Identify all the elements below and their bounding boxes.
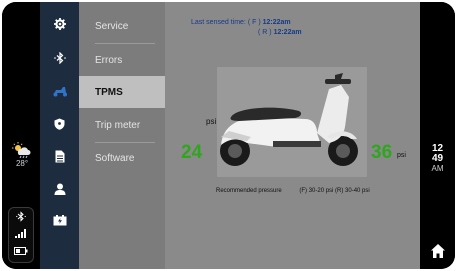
nav-documents-button[interactable] bbox=[40, 142, 79, 170]
weather-widget: 28° bbox=[11, 142, 33, 168]
nav-profile-button[interactable] bbox=[40, 175, 79, 203]
settings-menu: Service Errors TPMS Trip meter Software bbox=[79, 2, 165, 269]
left-status-rail: 28° bbox=[2, 2, 40, 269]
tpms-panel: Last sensed time: ( F ) 12:22am ( R ) 12… bbox=[165, 2, 420, 269]
right-rail: 12 49 AM bbox=[420, 2, 455, 269]
scooter-icon bbox=[53, 87, 67, 97]
rear-tyre-pressure: 36 bbox=[371, 142, 393, 163]
rear-tag: ( R ) bbox=[258, 29, 272, 36]
nav-vehicle-button[interactable] bbox=[40, 77, 79, 105]
menu-item-trip-meter[interactable]: Trip meter bbox=[79, 109, 165, 141]
front-sensed-time: 12:22am bbox=[262, 19, 291, 26]
last-sensed-label: Last sensed time: bbox=[191, 19, 246, 26]
front-tag: ( F ) bbox=[247, 19, 261, 26]
status-indicators bbox=[8, 207, 34, 263]
battery-status bbox=[9, 242, 33, 259]
front-tyre-pressure: 24 bbox=[181, 142, 203, 163]
rear-sensed-time: 12:22am bbox=[273, 29, 302, 36]
rear-psi-unit: psi bbox=[397, 152, 406, 159]
menu-item-errors[interactable]: Errors bbox=[79, 44, 165, 76]
battery-icon bbox=[14, 246, 28, 255]
home-icon bbox=[431, 244, 445, 258]
charging-box-icon bbox=[53, 214, 66, 225]
user-icon bbox=[54, 183, 65, 195]
home-button[interactable] bbox=[430, 243, 446, 259]
temperature-readout: 28° bbox=[15, 159, 29, 168]
clock-ampm: AM bbox=[431, 164, 444, 173]
bluetooth-icon bbox=[53, 52, 66, 64]
nav-icon-column bbox=[40, 2, 79, 269]
shield-icon bbox=[54, 118, 65, 130]
recommended-label: Recommended pressure bbox=[216, 188, 282, 194]
document-icon bbox=[55, 150, 64, 162]
clock-minute: 49 bbox=[431, 153, 444, 164]
recommended-values: (F) 30-20 psi (R) 30-40 psi bbox=[299, 188, 370, 194]
nav-settings-button[interactable] bbox=[40, 10, 79, 38]
nav-bluetooth-button[interactable] bbox=[40, 44, 79, 72]
settings-gear-icon bbox=[53, 18, 66, 30]
signal-bars-icon bbox=[15, 229, 26, 238]
front-psi-unit: psi bbox=[206, 117, 217, 126]
menu-item-service[interactable]: Service bbox=[79, 10, 165, 42]
recommended-pressure: Recommended pressure (F) 30-20 psi (R) 3… bbox=[216, 188, 370, 194]
scooter-image bbox=[217, 67, 367, 177]
sun-rain-cloud-icon bbox=[12, 142, 31, 158]
scooter-illustration bbox=[217, 67, 367, 177]
bluetooth-status bbox=[9, 208, 33, 225]
signal-status bbox=[9, 225, 33, 242]
nav-security-button[interactable] bbox=[40, 110, 79, 138]
nav-charging-button[interactable] bbox=[40, 206, 79, 234]
app-frame: 28° Service Errors TPMS Trip meter Softw… bbox=[2, 2, 455, 269]
clock: 12 49 AM bbox=[420, 144, 455, 174]
last-sensed-info: Last sensed time: ( F ) 12:22am ( R ) 12… bbox=[191, 18, 302, 38]
bluetooth-icon bbox=[16, 211, 26, 222]
menu-item-tpms[interactable]: TPMS bbox=[79, 76, 165, 108]
menu-item-software[interactable]: Software bbox=[79, 142, 165, 174]
